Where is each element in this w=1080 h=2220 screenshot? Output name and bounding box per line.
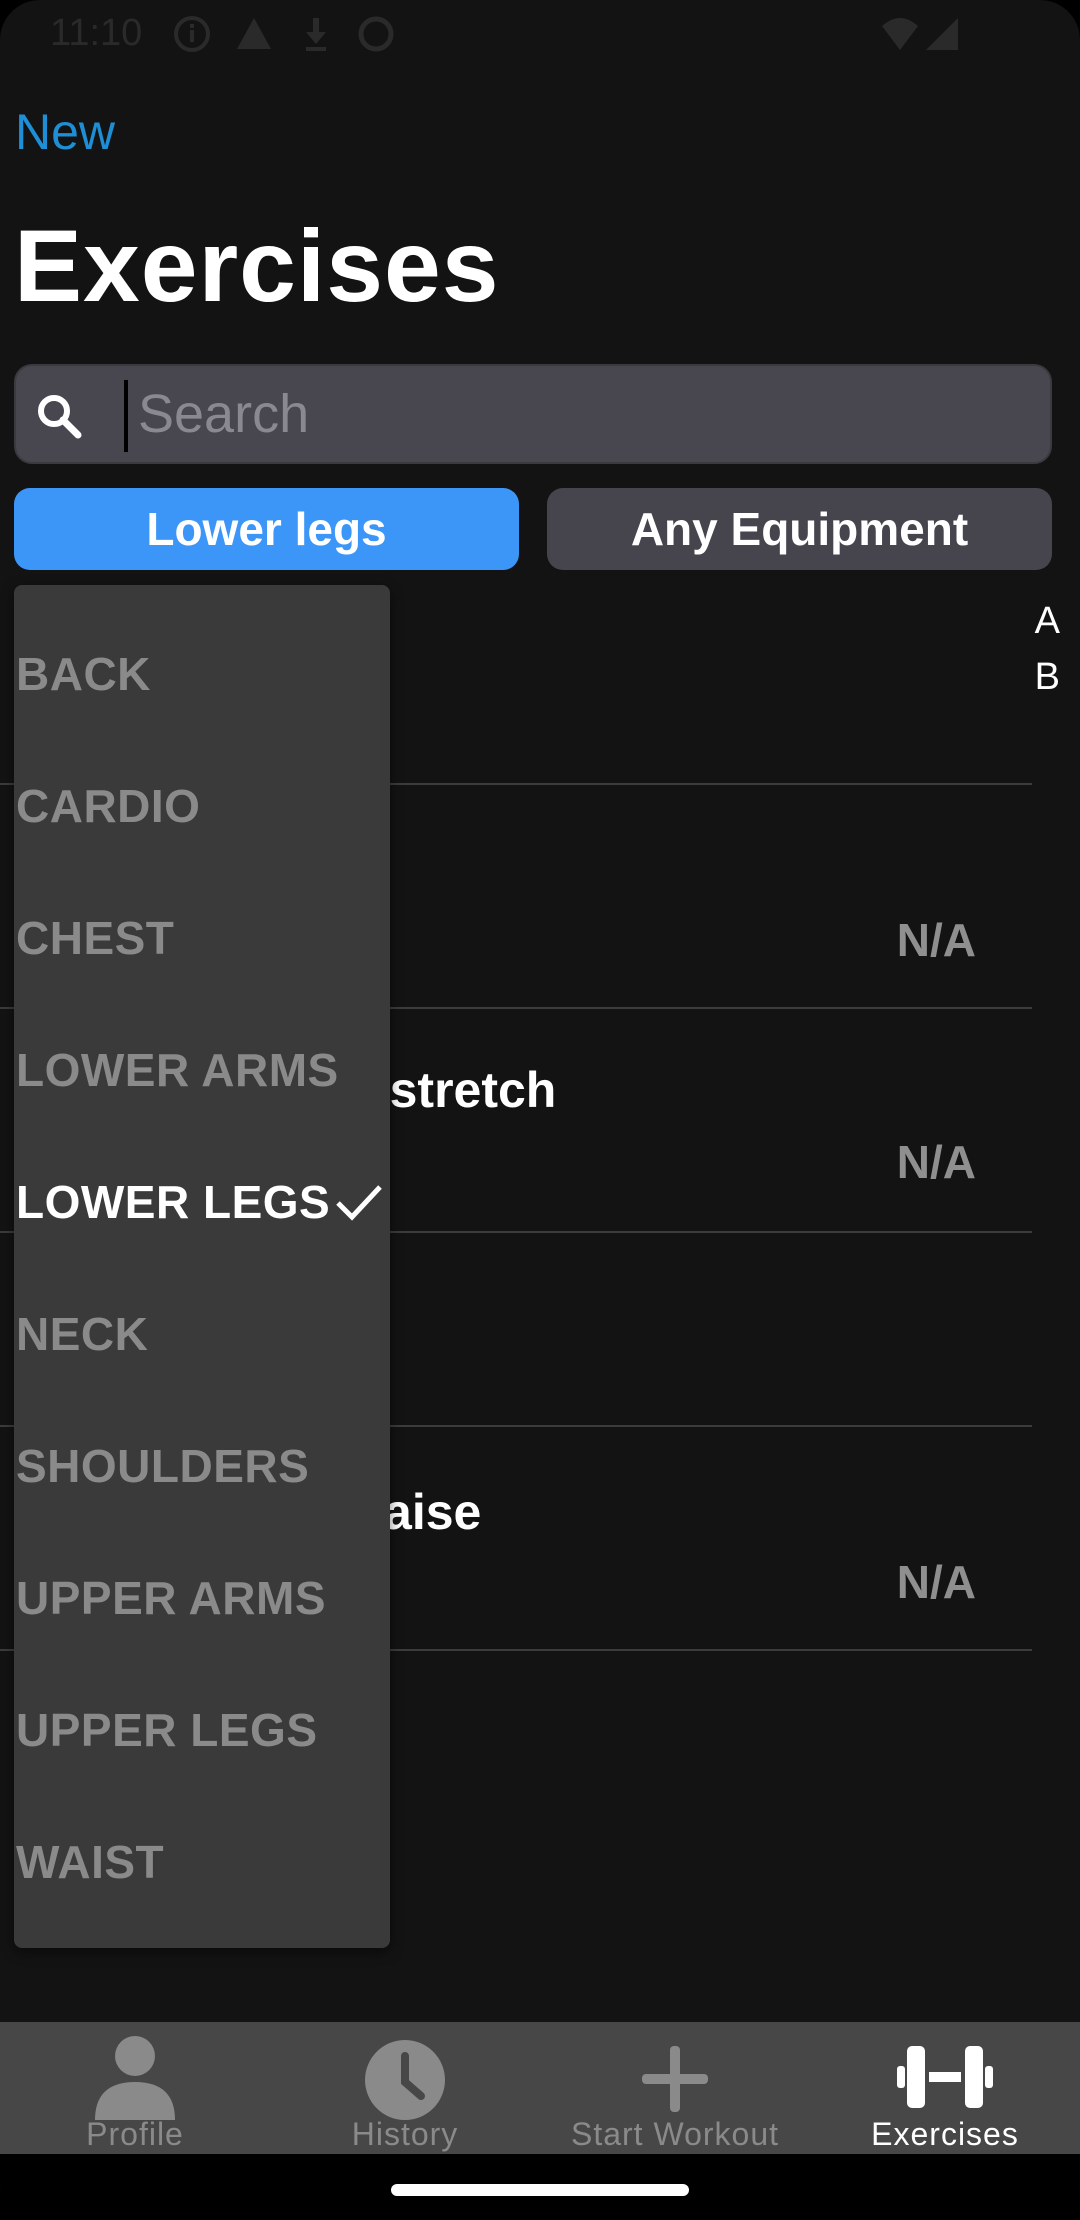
dropdown-item-back[interactable]: BACK <box>16 647 151 701</box>
plus-icon <box>642 2046 708 2112</box>
status-bar: 11:10 <box>0 0 1080 70</box>
nav-history[interactable]: History <box>270 2022 540 2154</box>
nav-start-workout-label: Start Workout <box>570 2116 780 2152</box>
bottom-nav: Profile History Start Workout Exercises <box>0 2022 1080 2154</box>
index-letter[interactable]: B <box>1035 656 1060 699</box>
dropdown-item-cardio[interactable]: CARDIO <box>16 779 200 833</box>
nav-profile-label: Profile <box>86 2116 184 2152</box>
dropdown-item-chest[interactable]: CHEST <box>16 911 174 965</box>
nav-exercises-label: Exercises <box>871 2116 1019 2152</box>
equipment-filter-label: Any Equipment <box>630 503 969 555</box>
exercise-equipment: N/A <box>896 1556 976 1608</box>
person-icon <box>95 2036 175 2120</box>
dumbbell-icon <box>897 2046 993 2108</box>
info-icon <box>174 16 210 52</box>
equipment-filter-button[interactable]: Any Equipment <box>547 488 1052 570</box>
dropdown-item-neck[interactable]: NECK <box>16 1307 148 1361</box>
nav-history-label: History <box>351 2116 459 2152</box>
exercise-equipment: N/A <box>896 914 976 966</box>
body-part-dropdown: BACK CARDIO CHEST LOWER ARMS LOWER LEGS … <box>14 585 390 1948</box>
body-part-filter-button[interactable]: Lower legs <box>14 488 519 570</box>
search-box[interactable] <box>14 364 1052 464</box>
nav-profile[interactable]: Profile <box>0 2022 270 2154</box>
dropdown-item-waist[interactable]: WAIST <box>16 1835 164 1889</box>
nav-exercises[interactable]: Exercises <box>810 2022 1080 2154</box>
signal-icon <box>926 18 958 50</box>
dropdown-item-lower-arms[interactable]: LOWER ARMS <box>16 1043 339 1097</box>
search-input[interactable] <box>138 366 1018 462</box>
system-navigation-bar <box>0 2154 1080 2220</box>
exercise-equipment: N/A <box>896 1136 976 1188</box>
dropdown-item-upper-arms[interactable]: UPPER ARMS <box>16 1571 326 1625</box>
dropdown-item-shoulders[interactable]: SHOULDERS <box>16 1439 309 1493</box>
wifi-icon <box>882 18 918 50</box>
text-cursor <box>124 380 128 452</box>
nav-start-workout[interactable]: Start Workout <box>540 2022 810 2154</box>
dropdown-item-lower-legs[interactable]: LOWER LEGS <box>16 1175 330 1229</box>
index-letter[interactable]: A <box>1035 600 1060 643</box>
circle-icon <box>358 16 394 52</box>
status-time: 11:10 <box>50 12 143 54</box>
clock-icon <box>365 2040 445 2120</box>
check-icon <box>336 1185 382 1221</box>
app-screen: 11:10 New Exercises Lower legs <box>0 0 1080 2220</box>
new-exercise-link[interactable]: New <box>15 103 115 161</box>
search-icon <box>38 395 82 439</box>
download-icon <box>306 18 326 51</box>
warning-icon <box>237 18 271 49</box>
body-part-filter-label: Lower legs <box>146 503 387 555</box>
home-indicator[interactable] <box>391 2184 689 2196</box>
dropdown-item-upper-legs[interactable]: UPPER LEGS <box>16 1703 318 1757</box>
page-title: Exercises <box>14 209 500 323</box>
